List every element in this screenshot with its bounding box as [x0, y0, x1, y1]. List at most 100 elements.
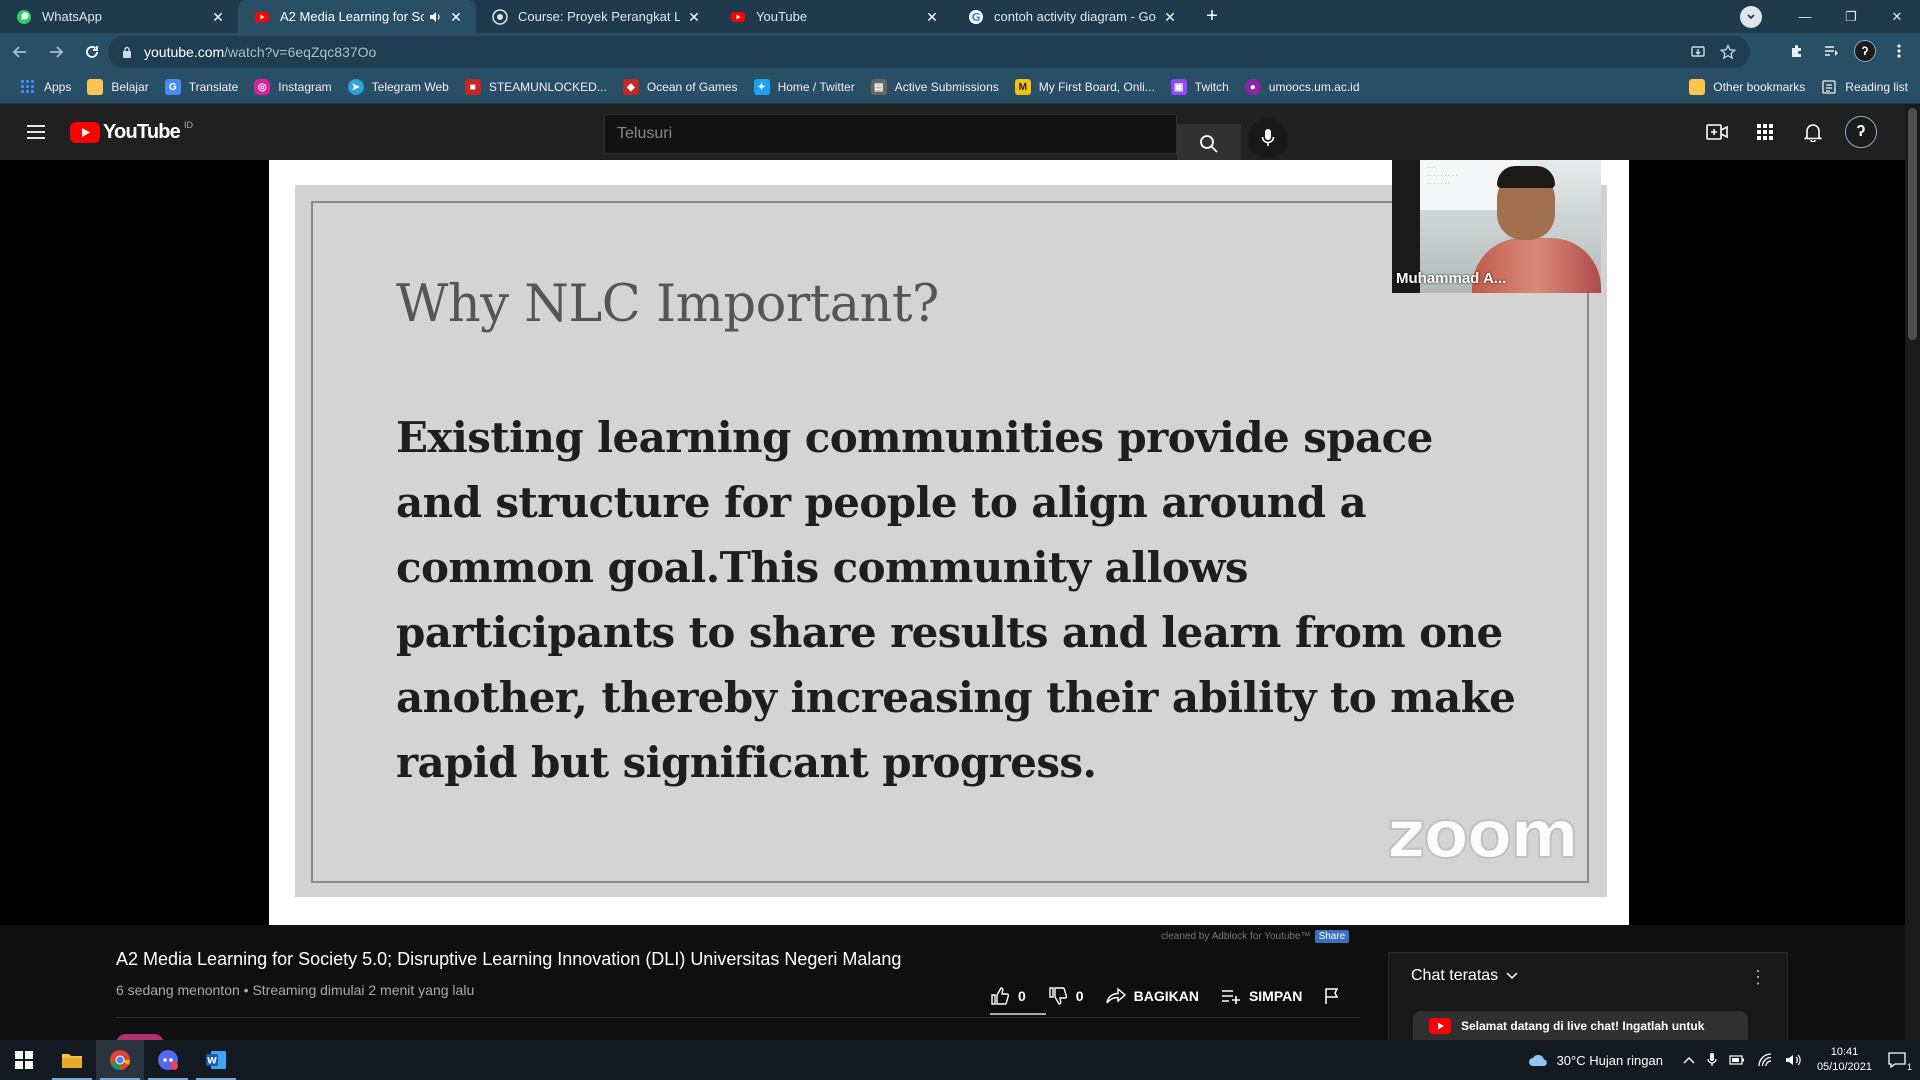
video-player[interactable]: Why NLC Important? Existing learning com…: [0, 160, 1905, 925]
dislike-count: 0: [1075, 988, 1084, 1004]
clock[interactable]: 10:41 05/10/2021: [1817, 1045, 1872, 1075]
tab-close-icon[interactable]: ✕: [210, 9, 226, 25]
save-button[interactable]: SIMPAN: [1221, 982, 1302, 1010]
bookmark-instagram[interactable]: ◎ Instagram: [246, 73, 339, 101]
speaker-video-tile: · · · · · · · · · · · · · · · · · · · Muha…: [1392, 160, 1601, 293]
extensions-puzzle-icon[interactable]: [1782, 36, 1812, 66]
reload-icon[interactable]: [76, 36, 108, 68]
other-bookmarks-label: Other bookmarks: [1713, 80, 1806, 94]
bookmark-active-submissions[interactable]: ▤ Active Submissions: [863, 73, 1007, 101]
apps-grid-icon[interactable]: [1745, 112, 1785, 152]
bookmark-star-icon[interactable]: [1720, 44, 1736, 60]
youtube-icon: [730, 9, 746, 25]
bookmark-label: Ocean of Games: [646, 80, 738, 94]
search-box: [604, 114, 1241, 164]
share-button[interactable]: BAGIKAN: [1105, 982, 1199, 1010]
microphone-icon[interactable]: [1707, 1052, 1717, 1068]
notification-count: 1: [1906, 1062, 1912, 1072]
chat-mode-dropdown[interactable]: Chat teratas: [1411, 967, 1518, 985]
hamburger-menu-icon[interactable]: [16, 112, 56, 152]
profile-avatar-icon[interactable]: ʔ: [1850, 36, 1880, 66]
wifi-icon[interactable]: [1757, 1053, 1773, 1067]
chat-notice-text: Selamat datang di live chat! Ingatlah un…: [1461, 1019, 1705, 1033]
like-ratio-bar: [990, 1013, 1046, 1015]
address-bar[interactable]: youtube.com/watch?v=6eqZqc837Oo: [108, 36, 1750, 68]
translate-icon: G: [164, 79, 181, 95]
bookmark-telegram[interactable]: ➤ Telegram Web: [340, 73, 457, 101]
media-queue-icon[interactable]: [1816, 36, 1846, 66]
file-explorer-icon[interactable]: [48, 1040, 96, 1080]
speaker-audio-icon[interactable]: [428, 10, 442, 24]
notification-center-icon[interactable]: 1: [1888, 1052, 1912, 1072]
country-code: ID: [183, 120, 193, 130]
like-button[interactable]: 0: [990, 982, 1026, 1010]
chevron-up-icon[interactable]: [1683, 1056, 1695, 1064]
url-host: youtube.com: [144, 44, 225, 60]
weather-text[interactable]: 30°C Hujan ringan: [1557, 1053, 1663, 1068]
new-tab-button[interactable]: +: [1198, 2, 1226, 30]
tab-youtube[interactable]: YouTube ✕: [714, 0, 952, 33]
close-window-icon[interactable]: ✕: [1874, 0, 1920, 33]
minimize-icon[interactable]: —: [1782, 0, 1828, 33]
chat-more-options-icon[interactable]: ⋮: [1749, 967, 1767, 988]
divider: [116, 1017, 1360, 1018]
account-avatar[interactable]: ʔ: [1841, 112, 1881, 152]
youtube-logo[interactable]: YouTube ID: [70, 120, 193, 144]
tab-close-icon[interactable]: ✕: [448, 9, 464, 25]
video-title: A2 Media Learning for Society 5.0; Disru…: [116, 949, 902, 969]
ocean-of-games-icon: ◆: [622, 79, 639, 95]
forward-icon[interactable]: [40, 36, 72, 68]
bookmark-twitter[interactable]: ✦ Home / Twitter: [746, 73, 863, 101]
search-button[interactable]: [1177, 124, 1241, 164]
like-count: 0: [1018, 988, 1026, 1004]
back-icon[interactable]: [4, 36, 36, 68]
create-video-icon[interactable]: [1697, 112, 1737, 152]
other-bookmarks-folder[interactable]: Other bookmarks: [1681, 73, 1813, 101]
tab-whatsapp[interactable]: WhatsApp ✕: [0, 0, 238, 33]
clock-time: 10:41: [1830, 1046, 1859, 1058]
tab-close-icon[interactable]: ✕: [924, 9, 940, 25]
report-button[interactable]: [1324, 982, 1340, 1010]
dislike-button[interactable]: 0: [1048, 982, 1084, 1010]
search-input[interactable]: [604, 114, 1177, 154]
chrome-taskbar-icon[interactable]: [96, 1040, 144, 1080]
adblock-note-text: cleaned by Adblock for Youtube™: [1161, 931, 1311, 942]
bookmark-label: Twitch: [1194, 80, 1229, 94]
battery-icon[interactable]: [1729, 1054, 1745, 1066]
adblock-share-button[interactable]: Share: [1314, 930, 1350, 943]
weather-cloud-icon[interactable]: [1527, 1052, 1549, 1068]
bookmark-my-first-board[interactable]: M My First Board, Onli...: [1007, 73, 1163, 101]
bookmark-steamunlocked[interactable]: ■ STEAMUNLOCKED...: [457, 73, 615, 101]
bookmark-ocean-of-games[interactable]: ◆ Ocean of Games: [615, 73, 746, 101]
save-label: SIMPAN: [1248, 988, 1303, 1004]
bookmark-translate[interactable]: G Translate: [157, 73, 247, 101]
bookmark-apps[interactable]: Apps: [12, 73, 79, 101]
apps-grid-icon: [20, 79, 36, 95]
bookmark-umoocs[interactable]: ● umoocs.um.ac.id: [1237, 73, 1368, 101]
restore-icon[interactable]: ❐: [1828, 0, 1874, 33]
reading-list-button[interactable]: Reading list: [1813, 73, 1916, 101]
chrome-menu-icon[interactable]: [1884, 36, 1914, 66]
tab-close-icon[interactable]: ✕: [686, 9, 702, 25]
youtube-play-logo-icon: [70, 121, 100, 143]
install-app-icon[interactable]: [1690, 44, 1706, 60]
notifications-bell-icon[interactable]: [1793, 112, 1833, 152]
word-taskbar-icon[interactable]: W: [192, 1040, 240, 1080]
tab-google-search[interactable]: G contoh activity diagram - Google ✕: [952, 0, 1190, 33]
bookmark-twitch[interactable]: ▣ Twitch: [1163, 73, 1237, 101]
tab-search-icon[interactable]: [1740, 5, 1762, 28]
bookmark-folder-belajar[interactable]: Belajar: [79, 73, 156, 101]
volume-icon[interactable]: [1785, 1053, 1801, 1067]
discord-taskbar-icon[interactable]: [144, 1040, 192, 1080]
youtube-header: YouTube ID ʔ: [0, 104, 1905, 164]
windows-start-icon[interactable]: [0, 1040, 48, 1080]
voice-search-button[interactable]: [1248, 118, 1288, 158]
tab-close-icon[interactable]: ✕: [1162, 9, 1178, 25]
tab-youtube-live[interactable]: A2 Media Learning for Society 5.0; Disru…: [238, 0, 476, 33]
reading-list-icon: [1821, 79, 1837, 95]
scrollbar-thumb[interactable]: [1908, 108, 1917, 340]
page-scrollbar[interactable]: [1905, 104, 1920, 1040]
thumbs-up-icon: [990, 986, 1010, 1006]
lock-icon[interactable]: [122, 46, 132, 58]
tab-course[interactable]: Course: Proyek Perangkat Lunak ✕: [476, 0, 714, 33]
